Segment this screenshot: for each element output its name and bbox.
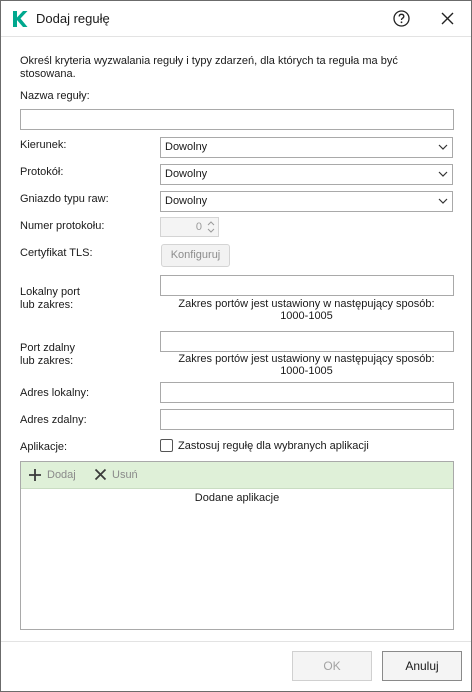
apps-toolbar: Dodaj Usuń: [21, 462, 453, 489]
apps-checkbox-label[interactable]: Zastosuj regułę dla wybranych aplikacji: [178, 440, 369, 452]
remote-port-label-line1: Port zdalny: [20, 342, 76, 354]
protocol-value: Dowolny: [165, 168, 208, 180]
rule-name-input[interactable]: [20, 109, 454, 130]
local-port-label: Lokalny port lub zakres:: [20, 286, 80, 312]
protocol-label: Protokół:: [20, 166, 64, 178]
plus-icon: [29, 469, 41, 481]
remote-address-label: Adres zdalny:: [20, 414, 87, 426]
protocol-number-value: 0: [195, 221, 202, 233]
apps-panel: Dodaj Usuń Dodane aplikacje: [20, 461, 454, 630]
remote-port-label-line2: lub zakres:: [20, 355, 74, 367]
chevron-down-icon: [438, 198, 448, 204]
help-icon[interactable]: [393, 10, 410, 27]
remote-port-input[interactable]: [160, 331, 454, 352]
dialog-description: Określ kryteria wyzwalania reguły i typy…: [20, 55, 398, 80]
local-address-label: Adres lokalny:: [20, 387, 90, 399]
remote-port-label: Port zdalny lub zakres:: [20, 342, 75, 368]
apps-column-header: Dodane aplikacje: [194, 492, 280, 504]
chevron-down-icon: [438, 171, 448, 177]
protocol-select[interactable]: Dowolny: [160, 164, 453, 185]
ok-button[interactable]: OK: [292, 651, 372, 681]
title-bar: Dodaj regułę: [1, 1, 471, 36]
direction-value: Dowolny: [165, 141, 208, 153]
remote-port-hint-line2: 1000-1005: [280, 365, 333, 377]
local-port-label-line2: lub zakres:: [20, 299, 74, 311]
raw-socket-value: Dowolny: [165, 195, 208, 207]
remote-port-hint: Zakres portów jest ustawiony w następują…: [160, 353, 453, 377]
raw-socket-select[interactable]: Dowolny: [160, 191, 453, 212]
local-port-input[interactable]: [160, 275, 454, 296]
remote-port-hint-line1: Zakres portów jest ustawiony w następują…: [178, 353, 435, 365]
remove-app-button[interactable]: Usuń: [94, 468, 138, 481]
direction-select[interactable]: Dowolny: [160, 137, 453, 158]
protocol-number-label: Numer protokołu:: [20, 220, 105, 232]
spinner-arrows-icon[interactable]: [205, 219, 217, 235]
configure-tls-button[interactable]: Konfiguruj: [161, 244, 230, 267]
add-rule-dialog: Dodaj regułę Określ kryteria wyzwalania …: [0, 0, 472, 692]
local-port-hint-line1: Zakres portów jest ustawiony w następują…: [178, 298, 435, 310]
footer-separator: [1, 641, 471, 642]
add-app-button[interactable]: Dodaj: [28, 468, 76, 482]
chevron-down-icon: [438, 144, 448, 150]
local-port-label-line1: Lokalny port: [20, 286, 80, 298]
local-address-input[interactable]: [160, 382, 454, 403]
remote-address-input[interactable]: [160, 409, 454, 430]
dialog-title: Dodaj regułę: [36, 11, 110, 26]
kaspersky-logo: [13, 11, 28, 27]
cancel-button[interactable]: Anuluj: [382, 651, 462, 681]
rule-name-label: Nazwa reguły:: [20, 90, 90, 102]
x-icon: [94, 468, 107, 481]
apps-checkbox[interactable]: [160, 439, 173, 452]
close-icon[interactable]: [440, 11, 455, 26]
title-separator: [1, 36, 471, 37]
apps-label: Aplikacje:: [20, 441, 68, 453]
tls-label: Certyfikat TLS:: [20, 247, 93, 259]
local-port-hint: Zakres portów jest ustawiony w następują…: [160, 298, 453, 322]
add-app-label: Dodaj: [47, 469, 76, 481]
direction-label: Kierunek:: [20, 139, 67, 151]
protocol-number-stepper[interactable]: 0: [160, 217, 219, 237]
remove-app-label: Usuń: [112, 468, 138, 481]
raw-socket-label: Gniazdo typu raw:: [20, 193, 109, 205]
local-port-hint-line2: 1000-1005: [280, 310, 333, 322]
